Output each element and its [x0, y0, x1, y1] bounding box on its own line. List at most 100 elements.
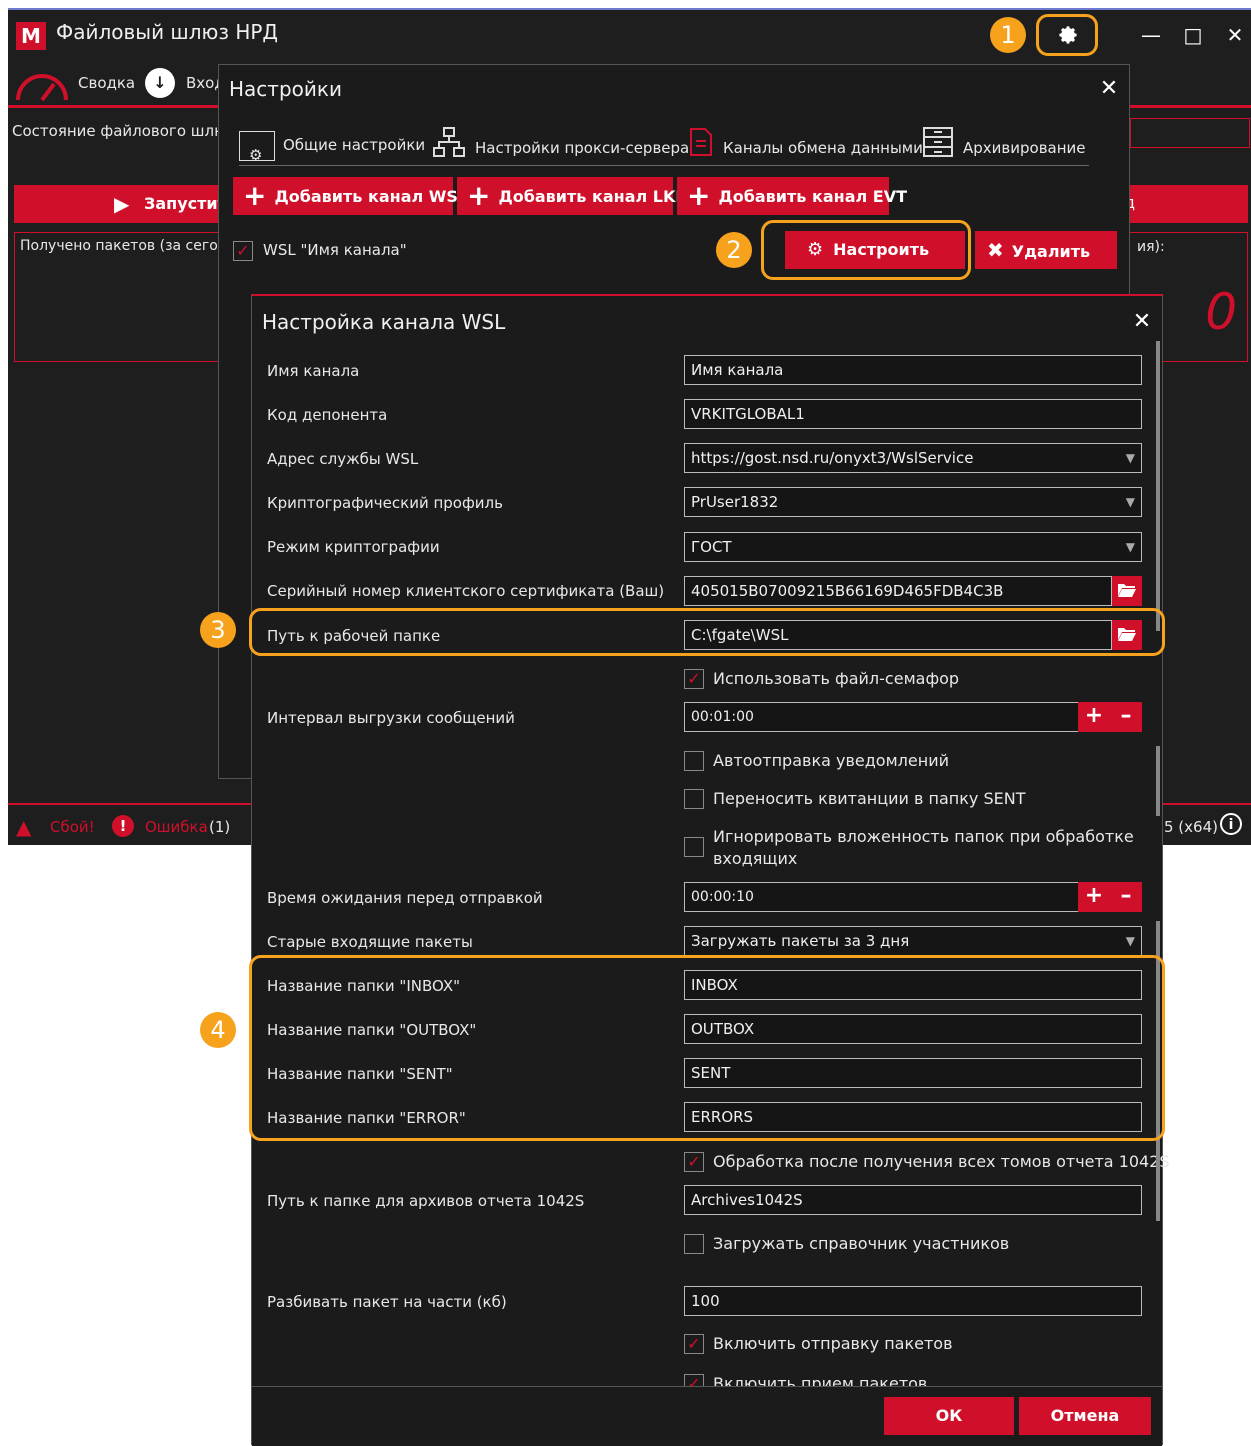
settings-close-icon[interactable]: ✕	[1095, 75, 1123, 103]
plus-icon: +	[243, 179, 267, 212]
x-icon: ✖	[987, 238, 1004, 262]
tab-channels-label: Каналы обмена данными	[723, 139, 923, 157]
channel-name-input[interactable]: Имя канала	[684, 355, 1142, 385]
annotation-badge-1: 1	[990, 17, 1026, 53]
dialog-footer: ОК Отмена	[252, 1386, 1162, 1446]
scrollbar-thumb[interactable]	[1156, 341, 1160, 631]
gateway-state-label: Состояние файлового шлюз	[12, 122, 235, 140]
tab-channels[interactable]: Каналы обмена данными	[689, 127, 923, 163]
add-wsl-label: Добавить канал WSL	[274, 187, 469, 206]
minus-icon[interactable]: –	[1110, 882, 1142, 910]
highlight-work-folder	[249, 608, 1165, 656]
add-lkr-channel-button[interactable]: + Добавить канал LKR	[457, 177, 688, 215]
add-evt-channel-button[interactable]: + Добавить канал EVT	[677, 177, 907, 215]
enable-send-checkbox[interactable]: ✓	[684, 1334, 704, 1354]
channel-name-label: Имя канала	[267, 362, 360, 380]
ignore-nesting-label-line1: Игнорировать вложенность папок при обраб…	[713, 827, 1134, 846]
semaphore-label: Использовать файл-семафор	[713, 669, 960, 688]
service-address-value: https://gost.nsd.ru/onyxt3/WslService	[691, 449, 974, 467]
warning-icon: ▲	[16, 815, 32, 839]
info-icon[interactable]: i	[1220, 813, 1242, 835]
wsl-dialog-title: Настройка канала WSL	[262, 310, 506, 334]
app-logo: M	[16, 22, 46, 50]
error-icon: !	[112, 815, 134, 837]
ok-button[interactable]: ОК	[884, 1397, 1014, 1435]
right-action-button[interactable]: д	[1118, 185, 1248, 223]
load-directory-label: Загружать справочник участников	[713, 1234, 1010, 1253]
cancel-button[interactable]: Отмена	[1019, 1397, 1151, 1435]
wait-time-input[interactable]: 00:00:10	[684, 882, 1080, 912]
status-fail[interactable]: Сбой!	[50, 818, 95, 836]
add-wsl-channel-button[interactable]: + Добавить канал WSL	[233, 177, 468, 215]
plus-icon: +	[687, 179, 711, 212]
archive-path-input[interactable]: Archives1042S	[684, 1185, 1142, 1215]
plus-icon[interactable]: +	[1078, 882, 1110, 910]
add-lkr-label: Добавить канал LKR	[498, 187, 688, 206]
interval-stepper[interactable]: + –	[1078, 702, 1142, 732]
ignore-nesting-checkbox[interactable]	[684, 837, 704, 857]
depositor-code-input[interactable]: VRKITGLOBAL1	[684, 399, 1142, 429]
plus-icon: +	[467, 179, 491, 212]
enable-receive-checkbox[interactable]: ✓	[684, 1374, 704, 1386]
service-address-select[interactable]: https://gost.nsd.ru/onyxt3/WslService ▼	[684, 443, 1142, 473]
load-directory-checkbox[interactable]	[684, 1234, 704, 1254]
wait-time-label: Время ожидания перед отправкой	[267, 889, 543, 907]
received-packets-label: Получено пакетов (за сегод	[20, 238, 228, 254]
split-size-input[interactable]: 100	[684, 1286, 1142, 1316]
crypto-mode-select[interactable]: ГОСТ ▼	[684, 532, 1142, 562]
state-field	[1130, 118, 1250, 148]
tab-archive[interactable]: Архивирование	[923, 127, 1086, 163]
move-receipts-checkbox[interactable]	[684, 789, 704, 809]
annotation-badge-4: 4	[200, 1012, 236, 1048]
start-button[interactable]: ▶ Запустить	[14, 185, 244, 223]
tabs-divider	[239, 165, 1089, 166]
crypto-profile-select[interactable]: PrUser1832 ▼	[684, 487, 1142, 517]
counter-label: ия):	[1137, 239, 1165, 255]
folder-open-icon[interactable]	[1112, 576, 1142, 606]
split-size-label: Разбивать пакет на части (кб)	[267, 1293, 507, 1311]
process-1042s-checkbox[interactable]: ✓	[684, 1152, 704, 1172]
old-packets-select[interactable]: Загружать пакеты за 3 дня ▼	[684, 926, 1142, 956]
wait-time-stepper[interactable]: + –	[1078, 882, 1142, 912]
wsl-channel-dialog: Настройка канала WSL ✕ Имя канала Имя ка…	[251, 294, 1170, 1446]
highlight-gear	[1036, 14, 1098, 56]
cert-serial-input[interactable]: 405015B07009215B66169D465FDB4C3B	[684, 576, 1112, 606]
wsl-close-icon[interactable]: ✕	[1128, 308, 1156, 336]
ignore-nesting-label-line2: входящих	[713, 849, 798, 868]
auto-notify-checkbox[interactable]	[684, 751, 704, 771]
plus-icon[interactable]: +	[1078, 702, 1110, 730]
scrollbar-thumb[interactable]	[1156, 746, 1160, 816]
highlight-configure	[761, 220, 971, 280]
delete-button[interactable]: ✖ Удалить	[975, 231, 1117, 269]
app-title: Файловый шлюз НРД	[56, 20, 279, 44]
maximize-icon[interactable]: □	[1178, 20, 1208, 50]
tab-proxy[interactable]: Настройки прокси-сервера	[433, 127, 689, 163]
semaphore-checkbox[interactable]: ✓	[684, 669, 704, 689]
scrollbar[interactable]	[1156, 341, 1160, 1441]
annotation-badge-3: 3	[200, 612, 236, 648]
old-packets-value: Загружать пакеты за 3 дня	[691, 932, 910, 950]
interval-input[interactable]: 00:01:00	[684, 702, 1080, 732]
network-icon	[433, 127, 467, 170]
service-address-label: Адрес службы WSL	[267, 450, 419, 468]
minimize-icon[interactable]: —	[1136, 20, 1166, 50]
channel-checkbox[interactable]: ✓	[233, 241, 253, 261]
crypto-mode-label: Режим криптографии	[267, 538, 440, 556]
settings-window-icon: ⚙	[239, 130, 275, 164]
depositor-code-label: Код депонента	[267, 406, 388, 424]
minus-icon[interactable]: –	[1110, 702, 1142, 730]
nav-summary[interactable]: Сводка	[78, 68, 135, 98]
channel-item-label: WSL "Имя канала"	[263, 241, 407, 259]
status-error[interactable]: Ошибка	[145, 818, 208, 836]
close-icon[interactable]: ✕	[1220, 20, 1250, 50]
chevron-down-icon: ▼	[1125, 540, 1135, 554]
chevron-down-icon: ▼	[1125, 495, 1135, 509]
process-1042s-label: Обработка после получения всех томов отч…	[713, 1152, 1170, 1171]
tab-archive-label: Архивирование	[963, 139, 1086, 157]
move-receipts-label: Переносить квитанции в папку SENT	[713, 789, 1026, 808]
tab-general-label: Общие настройки	[283, 136, 426, 154]
interval-label: Интервал выгрузки сообщений	[267, 709, 515, 727]
archive-path-label: Путь к папке для архивов отчета 1042S	[267, 1192, 585, 1210]
delete-label: Удалить	[1011, 242, 1091, 261]
tab-general[interactable]: ⚙ Общие настройки	[239, 127, 426, 164]
